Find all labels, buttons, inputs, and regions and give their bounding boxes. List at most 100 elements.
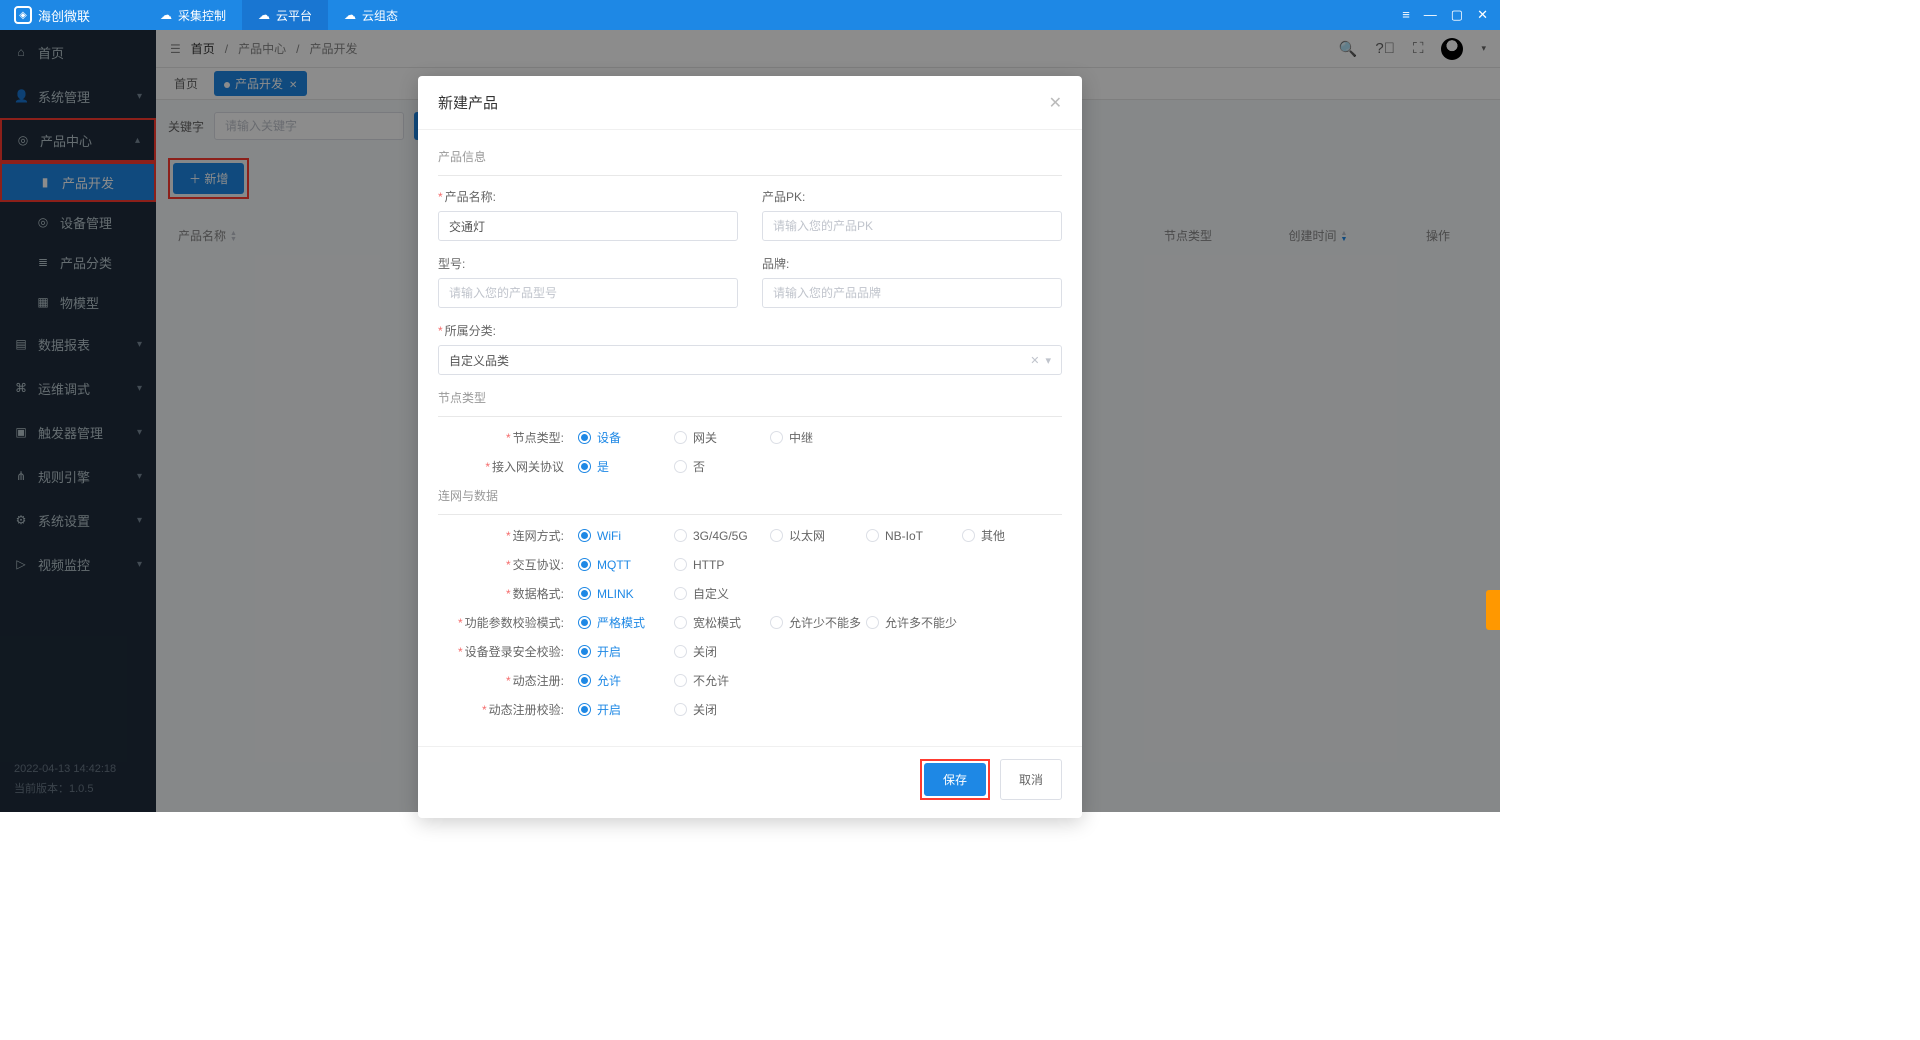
radio-option[interactable]: MQTT xyxy=(578,558,670,572)
radio-icon xyxy=(770,529,783,542)
radio-icon xyxy=(578,674,591,687)
chevron-down-icon: ▾ xyxy=(1045,354,1051,367)
radio-label: *动态注册: xyxy=(438,672,578,689)
radio-option[interactable]: 开启 xyxy=(578,701,670,718)
radio-option[interactable]: NB-IoT xyxy=(866,527,958,544)
radio-option[interactable]: 中继 xyxy=(770,429,862,446)
radio-icon xyxy=(770,431,783,444)
category-select[interactable]: 自定义品类 ✕▾ xyxy=(438,345,1062,375)
radio-option[interactable]: 严格模式 xyxy=(578,614,670,631)
feedback-tab[interactable] xyxy=(1486,590,1500,630)
radio-option[interactable]: 开启 xyxy=(578,643,670,660)
radio-icon xyxy=(770,616,783,629)
brand-text: 海创微联 xyxy=(38,6,90,25)
radio-option[interactable]: 关闭 xyxy=(674,643,766,660)
top-tab-cloud[interactable]: ☁云平台 xyxy=(242,0,328,30)
category-label: *所属分类: xyxy=(438,322,1062,339)
top-tab-scada[interactable]: ☁云组态 xyxy=(328,0,414,30)
radio-option[interactable]: MLINK xyxy=(578,585,670,602)
titlebar: ◈ 海创微联 ☁采集控制 ☁云平台 ☁云组态 ≡ — ▢ ✕ xyxy=(0,0,1500,30)
radio-icon xyxy=(674,674,687,687)
model-label: 型号: xyxy=(438,255,738,272)
model-input[interactable] xyxy=(438,278,738,308)
cancel-button[interactable]: 取消 xyxy=(1000,759,1062,800)
radio-option[interactable]: 是 xyxy=(578,458,670,475)
pk-label: 产品PK: xyxy=(762,188,1062,205)
radio-icon xyxy=(674,558,687,571)
radio-option[interactable]: 否 xyxy=(674,458,766,475)
radio-option[interactable]: 宽松模式 xyxy=(674,614,766,631)
top-tab-collect[interactable]: ☁采集控制 xyxy=(144,0,242,30)
radio-row-gateway_proto: *接入网关协议是否 xyxy=(438,458,1062,475)
create-product-modal: 新建产品 ✕ 产品信息 *产品名称: 产品PK: 型号: 品牌: xyxy=(418,76,1082,818)
radio-option[interactable]: 允许少不能多 xyxy=(770,614,862,631)
radio-label: *连网方式: xyxy=(438,527,578,544)
cloud-icon: ☁ xyxy=(344,8,356,22)
highlight-save: 保存 xyxy=(920,759,990,800)
logo-icon: ◈ xyxy=(14,6,32,24)
radio-option[interactable]: 关闭 xyxy=(674,701,766,718)
radio-option[interactable]: 允许 xyxy=(578,672,670,689)
radio-icon xyxy=(578,558,591,571)
radio-option[interactable]: 不允许 xyxy=(674,672,766,689)
modal-footer: 保存 取消 xyxy=(418,746,1082,818)
radio-icon xyxy=(674,645,687,658)
radio-row-dyn_reg: *动态注册:允许不允许 xyxy=(438,672,1062,689)
app-brand: ◈ 海创微联 xyxy=(0,6,104,25)
radio-option[interactable]: WiFi xyxy=(578,527,670,544)
brand-label: 品牌: xyxy=(762,255,1062,272)
radio-label: *功能参数校验模式: xyxy=(438,614,578,631)
radio-icon xyxy=(578,703,591,716)
radio-icon xyxy=(578,431,591,444)
radio-row-dyn_reg_check: *动态注册校验:开启关闭 xyxy=(438,701,1062,718)
brand-input[interactable] xyxy=(762,278,1062,308)
radio-icon xyxy=(578,529,591,542)
section-info-title: 产品信息 xyxy=(438,148,1062,165)
section-node-title: 节点类型 xyxy=(438,389,1062,406)
name-label: *产品名称: xyxy=(438,188,738,205)
radio-option[interactable]: HTTP xyxy=(674,558,766,572)
radio-icon xyxy=(866,529,879,542)
radio-label: *接入网关协议 xyxy=(438,458,578,475)
radio-icon xyxy=(674,460,687,473)
radio-icon xyxy=(578,616,591,629)
radio-option[interactable]: 自定义 xyxy=(674,585,766,602)
modal-close-icon[interactable]: ✕ xyxy=(1049,93,1062,113)
radio-icon xyxy=(674,431,687,444)
radio-option[interactable]: 设备 xyxy=(578,429,670,446)
product-pk-input[interactable] xyxy=(762,211,1062,241)
radio-option[interactable]: 以太网 xyxy=(770,527,862,544)
radio-option[interactable]: 网关 xyxy=(674,429,766,446)
maximize-icon[interactable]: ▢ xyxy=(1451,7,1463,23)
clear-icon[interactable]: ✕ xyxy=(1030,354,1039,367)
radio-option[interactable]: 3G/4G/5G xyxy=(674,527,766,544)
radio-row-data_fmt: *数据格式:MLINK自定义 xyxy=(438,585,1062,602)
radio-icon xyxy=(962,529,975,542)
window-controls: ≡ — ▢ ✕ xyxy=(1390,7,1500,23)
radio-row-node_type: *节点类型:设备网关中继 xyxy=(438,429,1062,446)
radio-label: *节点类型: xyxy=(438,429,578,446)
radio-option[interactable]: 允许多不能少 xyxy=(866,614,958,631)
modal-body: 产品信息 *产品名称: 产品PK: 型号: 品牌: *所属分 xyxy=(418,130,1082,746)
save-button[interactable]: 保存 xyxy=(924,763,986,796)
radio-icon xyxy=(674,529,687,542)
radio-option[interactable]: 其他 xyxy=(962,527,1054,544)
cloud-icon: ☁ xyxy=(258,8,270,22)
menu-icon[interactable]: ≡ xyxy=(1402,7,1410,23)
cloud-icon: ☁ xyxy=(160,8,172,22)
radio-row-net_way: *连网方式:WiFi3G/4G/5G以太网NB-IoT其他 xyxy=(438,527,1062,544)
radio-label: *数据格式: xyxy=(438,585,578,602)
close-icon[interactable]: ✕ xyxy=(1477,7,1488,23)
radio-icon xyxy=(674,703,687,716)
radio-label: *交互协议: xyxy=(438,556,578,573)
minimize-icon[interactable]: — xyxy=(1424,7,1437,23)
top-tabs: ☁采集控制 ☁云平台 ☁云组态 xyxy=(144,0,414,30)
radio-icon xyxy=(866,616,879,629)
radio-label: *设备登录安全校验: xyxy=(438,643,578,660)
radio-icon xyxy=(578,460,591,473)
radio-icon xyxy=(578,587,591,600)
modal-header: 新建产品 ✕ xyxy=(418,76,1082,130)
radio-icon xyxy=(674,587,687,600)
modal-title: 新建产品 xyxy=(438,92,498,113)
product-name-input[interactable] xyxy=(438,211,738,241)
